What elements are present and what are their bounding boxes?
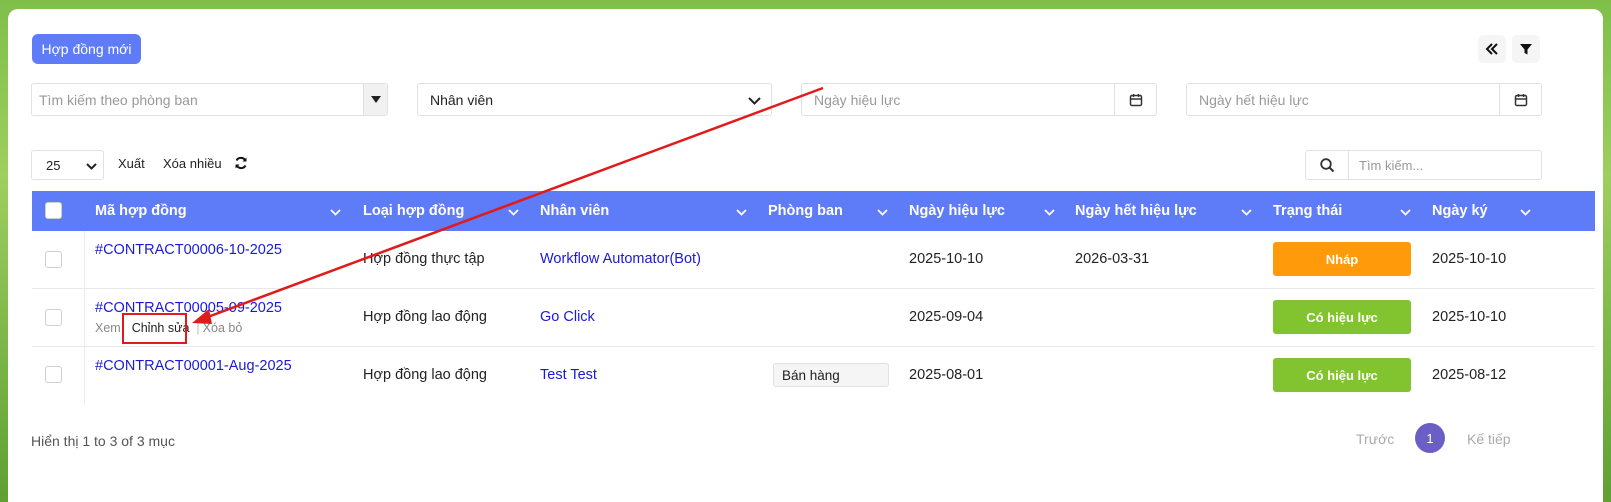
annotation-arrow [192, 86, 824, 324]
